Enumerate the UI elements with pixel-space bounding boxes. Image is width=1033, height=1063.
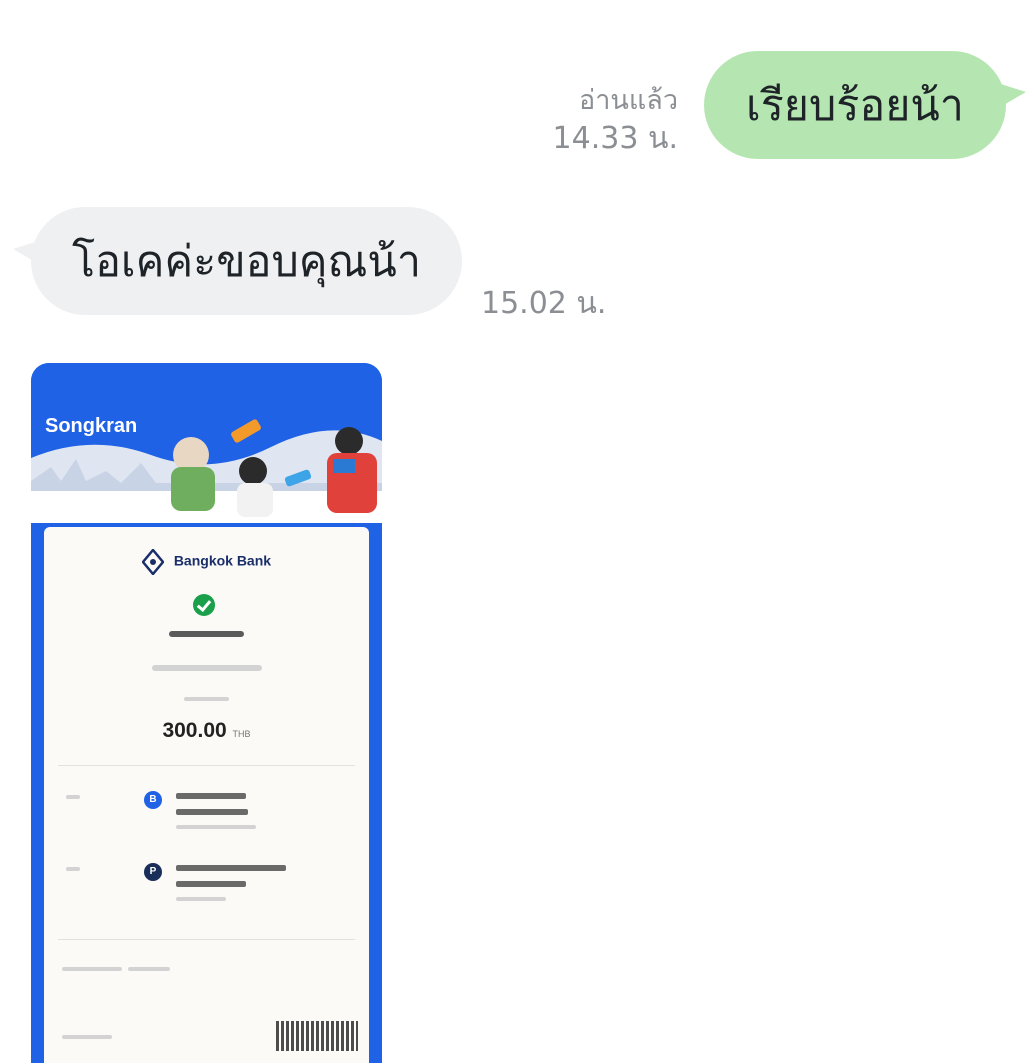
banner-title: Songkran bbox=[45, 415, 138, 437]
outgoing-timestamp: 14.33 น. bbox=[552, 121, 678, 156]
outgoing-message-meta: อ่านแล้ว 14.33 น. bbox=[553, 82, 678, 158]
amount-unit: THB bbox=[232, 729, 251, 739]
sender-bank-icon: B bbox=[144, 791, 162, 809]
bank-logo-icon bbox=[141, 549, 164, 575]
incoming-timestamp: 15.02 น. bbox=[481, 286, 607, 321]
receiver-promptpay-icon: P bbox=[144, 863, 162, 881]
transfer-receipt-card: Bangkok Bank 300.00 THB B P bbox=[44, 527, 369, 1063]
qr-code-icon bbox=[276, 1021, 358, 1051]
incoming-message-text: โอเคค่ะขอบคุณน้า bbox=[72, 237, 421, 287]
transfer-amount: 300.00 THB bbox=[44, 719, 369, 743]
amount-value: 300.00 bbox=[162, 719, 227, 742]
transfer-slip-image[interactable]: Songkran Bangkok Bank 300.00 THB B P bbox=[31, 363, 382, 1063]
bank-brand: Bangkok Bank bbox=[44, 549, 369, 575]
success-check-icon bbox=[193, 594, 215, 616]
outgoing-message-bubble[interactable]: เรียบร้อยน้า bbox=[704, 51, 1006, 159]
read-status: อ่านแล้ว bbox=[579, 85, 678, 116]
outgoing-message-text: เรียบร้อยน้า bbox=[746, 81, 964, 131]
incoming-message-bubble[interactable]: โอเคค่ะขอบคุณน้า bbox=[31, 207, 462, 315]
bank-name: Bangkok Bank bbox=[173, 552, 272, 569]
songkran-banner-illustration bbox=[31, 363, 382, 523]
